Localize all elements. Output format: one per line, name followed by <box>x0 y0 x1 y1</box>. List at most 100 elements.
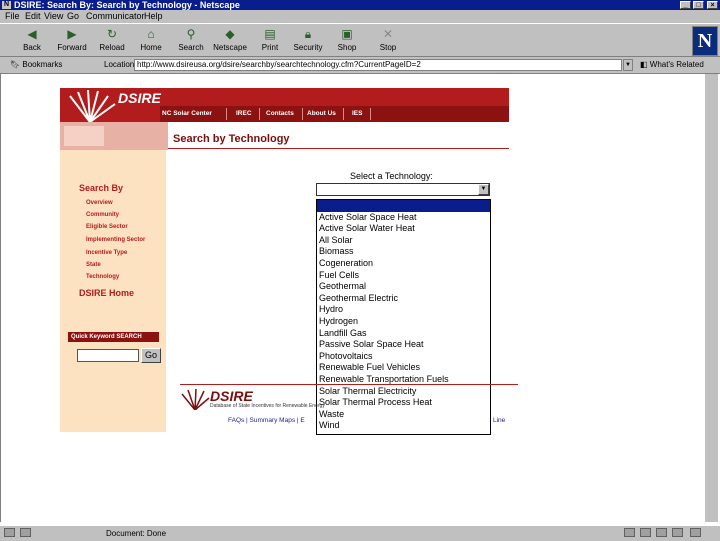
dropdown-option[interactable]: All Solar <box>317 235 490 247</box>
nav-irec[interactable]: IREC <box>236 110 252 117</box>
footer-links[interactable]: FAQs | Summary Maps | E <box>228 417 305 424</box>
forward-button[interactable]: ▶ Forward <box>52 26 92 56</box>
menu-file[interactable]: File <box>5 10 20 23</box>
whats-related-button[interactable]: ◧ What's Related <box>640 60 704 69</box>
left-link-implementing-sector[interactable]: Implementing Sector <box>86 237 145 243</box>
dropdown-option[interactable]: Fuel Cells <box>317 270 490 282</box>
dropdown-option[interactable]: Hydrogen <box>317 316 490 328</box>
back-label: Back <box>23 43 41 52</box>
menu-edit[interactable]: Edit <box>25 10 41 23</box>
dropdown-option[interactable]: Solar Thermal Process Heat <box>317 397 490 409</box>
reload-icon: ↻ <box>106 27 118 41</box>
related-icon: ◧ <box>640 60 648 69</box>
left-link-community[interactable]: Community <box>86 212 119 218</box>
dropdown-option[interactable]: Biomass <box>317 246 490 258</box>
page-title: Search by Technology <box>173 133 290 145</box>
dropdown-option[interactable]: Active Solar Space Heat <box>317 212 490 224</box>
left-link-incentive-type[interactable]: Incentive Type <box>86 250 127 256</box>
nav-contacts[interactable]: Contacts <box>266 110 294 117</box>
title-bar: N DSIRE: Search By: Search by Technology… <box>0 0 720 10</box>
technology-dropdown-list: Active Solar Space Heat Active Solar Wat… <box>316 199 491 435</box>
home-label: Home <box>140 43 162 52</box>
stop-button[interactable]: ✕ Stop <box>368 26 408 56</box>
location-bar: 🔖︎ Bookmarks Location: http://www.dsireu… <box>0 57 720 74</box>
search-icon: ⚲ <box>186 27 196 41</box>
netscape-button[interactable]: ◆ Netscape <box>210 26 250 56</box>
progress-icon <box>4 528 15 537</box>
quick-search-input[interactable] <box>77 349 139 362</box>
minimize-button[interactable]: _ <box>680 1 691 9</box>
site-logo[interactable]: DSIRE <box>118 90 161 106</box>
component-bar-newsgroups-icon[interactable] <box>656 528 667 537</box>
go-button[interactable]: Go <box>141 348 161 363</box>
url-input[interactable]: http://www.dsireusa.org/dsire/searchby/s… <box>134 59 622 71</box>
menu-view[interactable]: View <box>44 10 63 23</box>
component-bar-composer-icon[interactable] <box>672 528 683 537</box>
dropdown-option[interactable]: Hydro <box>317 304 490 316</box>
location-label: Location: <box>104 60 137 69</box>
url-dropdown-button[interactable]: ▼ <box>623 59 633 71</box>
back-button[interactable]: ◀ Back <box>12 26 52 56</box>
vertical-scrollbar[interactable] <box>705 74 718 522</box>
shop-icon: ▣ <box>341 27 353 41</box>
dropdown-option[interactable]: Geothermal Electric <box>317 293 490 305</box>
lock-icon: 🔒︎ <box>304 27 312 41</box>
nav-divider <box>370 108 371 120</box>
component-bar-extra-icon[interactable] <box>690 528 701 537</box>
shop-button[interactable]: ▣ Shop <box>327 26 367 56</box>
menu-go[interactable]: Go <box>67 10 79 23</box>
dropdown-option[interactable]: Geothermal <box>317 281 490 293</box>
menu-communicator[interactable]: Communicator <box>86 10 145 23</box>
bookmarks-button[interactable]: 🔖︎ Bookmarks <box>10 60 62 69</box>
nav-nc-solar-center[interactable]: NC Solar Center <box>162 110 212 117</box>
reload-button[interactable]: ↻ Reload <box>92 26 132 56</box>
print-button[interactable]: ▤ Print <box>250 26 290 56</box>
search-button[interactable]: ⚲ Search <box>171 26 211 56</box>
dropdown-option[interactable]: Renewable Fuel Vehicles <box>317 362 490 374</box>
footer-link-end[interactable]: Line <box>493 417 505 424</box>
nav-divider <box>259 108 260 120</box>
stop-label: Stop <box>379 43 397 52</box>
component-bar-navigator-icon[interactable] <box>624 528 635 537</box>
print-label: Print <box>261 43 279 52</box>
netscape-icon: ◆ <box>225 27 235 41</box>
menu-help[interactable]: Help <box>144 10 163 23</box>
netscape-app-icon[interactable]: N <box>2 1 11 9</box>
dropdown-option[interactable]: Waste <box>317 409 490 421</box>
security-button[interactable]: 🔒︎ Security <box>288 26 328 56</box>
dropdown-option[interactable]: Solar Thermal Electricity <box>317 386 490 398</box>
dropdown-option[interactable]: Photovoltaics <box>317 351 490 363</box>
maximize-button[interactable]: □ <box>693 1 704 9</box>
technology-select[interactable] <box>316 183 490 196</box>
forward-arrow-icon: ▶ <box>67 27 77 41</box>
dropdown-option[interactable]: Landfill Gas <box>317 328 490 340</box>
dropdown-option[interactable]: Cogeneration <box>317 258 490 270</box>
whats-related-label: What's Related <box>649 60 704 69</box>
dsire-home-link[interactable]: DSIRE Home <box>79 288 134 298</box>
footer-divider <box>180 384 518 385</box>
chevron-down-icon[interactable]: ▼ <box>478 184 489 195</box>
nav-divider <box>226 108 227 120</box>
component-bar-mail-icon[interactable] <box>640 528 651 537</box>
back-arrow-icon: ◀ <box>27 27 37 41</box>
title-divider <box>168 148 509 149</box>
netscape-logo[interactable]: N <box>692 26 718 56</box>
left-link-state[interactable]: State <box>86 262 101 268</box>
reload-label: Reload <box>99 43 125 52</box>
close-button[interactable]: × <box>707 1 718 9</box>
nav-about-us[interactable]: About Us <box>307 110 336 117</box>
left-link-overview[interactable]: Overview <box>86 200 113 206</box>
dropdown-option-blank[interactable] <box>317 200 490 212</box>
status-bar: Document: Done <box>0 525 720 541</box>
dropdown-option[interactable]: Active Solar Water Heat <box>317 223 490 235</box>
quick-search-label: Quick Keyword SEARCH <box>68 332 159 342</box>
home-button[interactable]: ⌂ Home <box>131 26 171 56</box>
dropdown-option[interactable]: Wind <box>317 420 490 432</box>
left-link-eligible-sector[interactable]: Eligible Sector <box>86 224 128 230</box>
navigation-toolbar: ◀ Back ▶ Forward ↻ Reload ⌂ Home ⚲ Search ◆ Ne… <box>0 23 720 57</box>
bookmarks-label: Bookmarks <box>22 60 63 69</box>
left-link-technology[interactable]: Technology <box>86 274 119 280</box>
connection-icon <box>20 528 31 537</box>
dropdown-option[interactable]: Passive Solar Space Heat <box>317 339 490 351</box>
nav-ies[interactable]: IES <box>352 110 362 117</box>
